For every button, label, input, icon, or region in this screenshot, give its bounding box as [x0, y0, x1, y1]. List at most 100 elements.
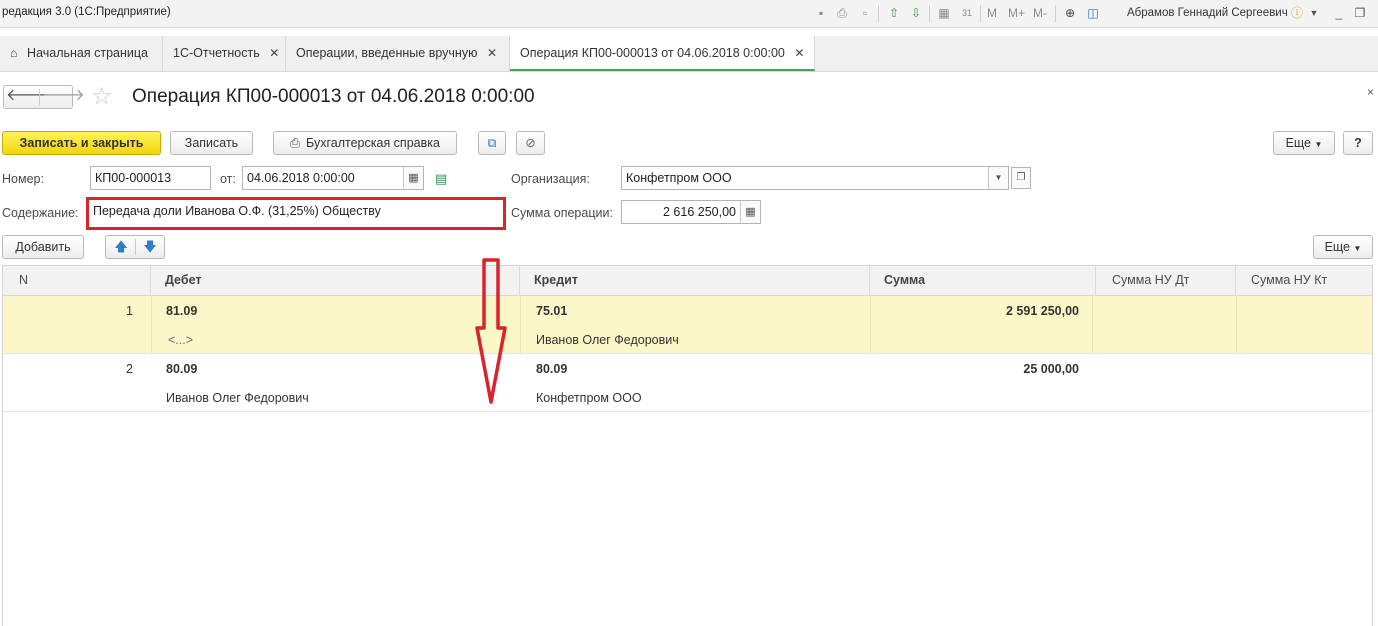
column-header-sum-tax-credit[interactable]: Сумма НУ Кт [1236, 266, 1372, 296]
info-icon[interactable]: ⓘ [1289, 5, 1305, 21]
debit-subconto: <...> [168, 333, 194, 347]
debit-subconto: Иванов Олег Федорович [166, 391, 309, 405]
credit-subconto: Конфетпром ООО [536, 391, 642, 405]
table-row[interactable]: 1 81.09 <...> 75.01 Иванов Олег Федорови… [3, 296, 1372, 354]
minimize-icon[interactable]: _ [1331, 5, 1347, 21]
save-button[interactable]: Записать [170, 131, 253, 155]
cell-divider [1236, 296, 1237, 354]
chevron-down-icon[interactable]: ▼ [1306, 5, 1322, 21]
sum-value: 2 616 250,00 [663, 205, 736, 219]
annotation-arrow-down-icon [475, 258, 507, 404]
close-form-icon[interactable]: × [1367, 85, 1374, 99]
sum-field[interactable]: 2 616 250,00 ▦ [621, 200, 761, 224]
tab-label: 1С-Отчетность [173, 46, 260, 60]
panels-icon[interactable]: ◫ [1085, 5, 1101, 21]
row-sum: 25 000,00 [1023, 362, 1079, 376]
back-button[interactable]: 🡐 [6, 86, 49, 108]
chevron-down-icon[interactable]: ▼ [988, 167, 1008, 189]
close-icon[interactable]: ✕ [794, 46, 804, 60]
chevron-down-icon: ▼ [1314, 140, 1323, 149]
close-icon[interactable]: ✕ [487, 46, 497, 60]
arrow-up-icon[interactable]: 🡅 [110, 239, 132, 255]
tab-bar: ⌂ Начальная страница 1С-Отчетность ✕ Опе… [0, 36, 1378, 72]
more-button[interactable]: Еще ▼ [1273, 131, 1335, 155]
credit-subconto: Иванов Олег Федорович [536, 333, 679, 347]
button-label: Еще [1285, 136, 1312, 150]
add-row-button[interactable]: Добавить [2, 235, 84, 259]
column-header-credit[interactable]: Кредит [520, 266, 870, 296]
calculator-icon[interactable]: ▦ [936, 5, 952, 21]
memory-subtract-button[interactable]: M- [1033, 5, 1047, 21]
button-label: Еще [1324, 240, 1351, 254]
date-value: 04.06.2018 0:00:00 [247, 171, 355, 185]
table-row[interactable]: 2 80.09 Иванов Олег Федорович 80.09 Конф… [3, 354, 1372, 412]
tab-label: Операция КП00-000013 от 04.06.2018 0:00:… [520, 46, 785, 60]
table-more-button[interactable]: Еще ▼ [1313, 235, 1373, 259]
tab-operation[interactable]: Операция КП00-000013 от 04.06.2018 0:00:… [510, 36, 815, 71]
memory-add-button[interactable]: M+ [1008, 5, 1025, 21]
debit-account: 80.09 [166, 362, 198, 376]
calculator-icon[interactable]: ▦ [740, 201, 760, 223]
tab-reporting[interactable]: 1С-Отчетность ✕ [163, 36, 286, 71]
column-header-sum-tax-debit[interactable]: Сумма НУ Дт [1096, 266, 1236, 296]
toolbar-separator [878, 5, 879, 22]
toolbar-separator [980, 5, 981, 22]
organization-label: Организация: [511, 172, 590, 186]
move-buttons: 🡅 🡇 [105, 235, 165, 259]
annotation-highlight-box [86, 197, 506, 230]
help-button[interactable]: ? [1343, 131, 1373, 155]
nav-divider [39, 89, 40, 105]
sum-label: Сумма операции: [511, 206, 613, 220]
structure-icon[interactable]: ⧉ [478, 131, 506, 155]
column-header-debit[interactable]: Дебет [151, 266, 520, 296]
tab-home[interactable]: ⌂ Начальная страница [0, 36, 163, 71]
print-icon: ⎙ [290, 136, 301, 150]
cell-divider [151, 296, 152, 354]
column-header-n[interactable]: N [3, 266, 151, 296]
print-icon[interactable]: ⎙ [834, 5, 850, 21]
home-icon: ⌂ [10, 46, 18, 60]
download-icon[interactable]: ⇩ [908, 5, 924, 21]
organization-field[interactable]: Конфетпром ООО ▼ [621, 166, 1009, 190]
title-bar: редакция 3.0 (1С:Предприятие) ▪ ⎙ ▫ ⇧ ⇩ … [0, 0, 1378, 28]
upload-icon[interactable]: ⇧ [886, 5, 902, 21]
save-icon[interactable]: ▪ [813, 5, 829, 21]
calendar-icon[interactable]: 31 [959, 5, 975, 21]
zoom-icon[interactable]: ⊕ [1062, 5, 1078, 21]
forward-button[interactable]: 🡒 [42, 86, 85, 108]
number-field[interactable]: КП00-000013 [90, 166, 211, 190]
row-number: 2 [126, 362, 133, 376]
credit-account: 75.01 [536, 304, 568, 318]
organization-value: Конфетпром ООО [626, 171, 732, 185]
arrow-down-icon[interactable]: 🡇 [139, 239, 161, 255]
preview-icon[interactable]: ▫ [857, 5, 873, 21]
date-label: от: [220, 172, 236, 186]
row-number: 1 [126, 304, 133, 318]
user-name[interactable]: Абрамов Геннадий Сергеевич [1127, 7, 1288, 19]
content-label: Содержание: [2, 206, 79, 220]
entries-table: N Дебет Кредит Сумма Сумма НУ Дт Сумма Н… [2, 265, 1373, 626]
credit-account: 80.09 [536, 362, 568, 376]
toolbar-separator [929, 5, 930, 22]
tab-label: Операции, введенные вручную [296, 46, 478, 60]
date-field[interactable]: 04.06.2018 0:00:00 ▦ [242, 166, 424, 190]
button-label: Бухгалтерская справка [306, 136, 440, 150]
close-icon[interactable]: ✕ [269, 46, 279, 60]
page-title: Операция КП00-000013 от 04.06.2018 0:00:… [132, 86, 535, 107]
restore-icon[interactable]: ❐ [1352, 5, 1368, 21]
tab-manual-operations[interactable]: Операции, введенные вручную ✕ [286, 36, 510, 71]
open-icon[interactable]: ❐ [1011, 167, 1031, 189]
attachment-icon[interactable]: ⊘ [516, 131, 545, 155]
cell-divider [1092, 296, 1093, 354]
history-nav: 🡐 🡒 [3, 85, 85, 109]
row-sum: 2 591 250,00 [1006, 304, 1079, 318]
tab-label: Начальная страница [27, 46, 148, 60]
favorite-star-icon[interactable]: ☆ [91, 84, 113, 110]
save-close-button[interactable]: Записать и закрыть [2, 131, 161, 155]
accounting-reference-button[interactable]: ⎙ Бухгалтерская справка [273, 131, 457, 155]
memory-store-button[interactable]: M [987, 5, 997, 21]
calendar-icon[interactable]: ▦ [403, 167, 423, 189]
app-title: редакция 3.0 (1С:Предприятие) [2, 6, 171, 18]
column-header-sum[interactable]: Сумма [870, 266, 1096, 296]
status-icon[interactable]: ▤ [435, 171, 447, 187]
